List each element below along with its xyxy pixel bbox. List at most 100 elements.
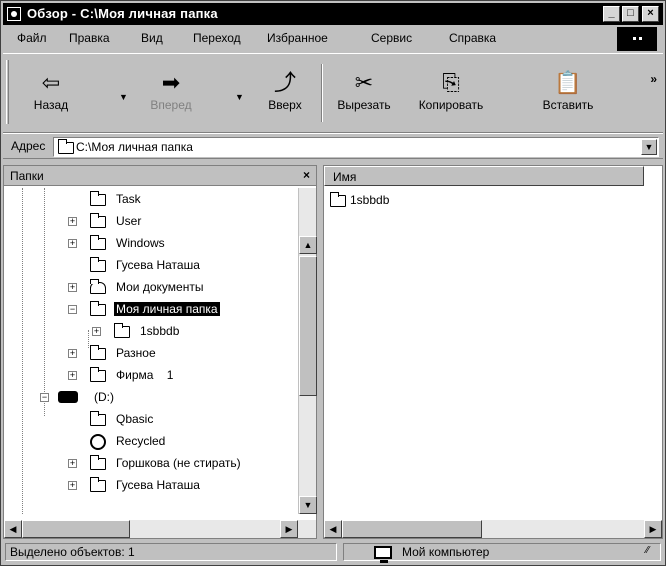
paste-label: Вставить <box>542 98 594 112</box>
folder-icon <box>90 367 106 382</box>
column-header-label: Имя <box>333 170 357 184</box>
column-header-name[interactable]: Имя <box>324 166 644 186</box>
status-bar: Выделено объектов: 1 Мой компьютер ⁄⁄ <box>3 541 663 563</box>
menu-go[interactable]: Переход <box>193 31 241 45</box>
my-documents-icon <box>90 279 106 294</box>
folder-tree: Task + User + Windows Гусева Наташа + Мо… <box>4 188 300 514</box>
paste-button[interactable]: 📋 Вставить <box>533 70 603 126</box>
scroll-down-button[interactable]: ▼ <box>299 496 317 514</box>
expand-plus-icon[interactable]: + <box>68 349 77 358</box>
toolbar-overflow-chevron[interactable]: » <box>650 72 657 86</box>
menu-favorites[interactable]: Избранное <box>267 31 328 45</box>
up-button[interactable]: ⤴ Вверх <box>255 70 315 126</box>
tree-item-label: Qbasic <box>116 412 154 426</box>
cut-label: Вырезать <box>337 98 391 112</box>
menu-edit[interactable]: Правка <box>69 31 110 45</box>
status-location-pane: Мой компьютер ⁄⁄ <box>343 543 661 563</box>
folders-horizontal-scrollbar[interactable]: ◀ ▶ <box>4 520 316 538</box>
address-dropdown-button[interactable]: ▼ <box>641 139 657 155</box>
address-value: C:\Моя личная папка <box>76 140 193 154</box>
folders-pane-header: Папки × <box>4 166 316 186</box>
scroll-up-button[interactable]: ▲ <box>299 236 317 254</box>
expand-plus-icon[interactable]: + <box>68 283 77 292</box>
address-input[interactable]: C:\Моя личная папка ▼ <box>53 137 659 157</box>
folder-icon <box>90 213 106 228</box>
address-label: Адрес <box>11 139 46 153</box>
folder-icon <box>90 411 106 426</box>
title-bar[interactable]: Обзор - C:\Моя личная папка _ □ × <box>3 3 663 25</box>
scissors-icon: ✂ <box>354 70 374 95</box>
up-label: Вверх <box>268 98 302 112</box>
folders-vertical-scrollbar[interactable]: ▲ ▼ <box>298 188 317 514</box>
folder-icon <box>90 455 106 470</box>
tree-item-label: Recycled <box>116 434 166 448</box>
open-folder-icon <box>90 301 106 316</box>
tree-item-label: Фирма 1 <box>116 368 174 382</box>
throbber-animation <box>617 27 657 51</box>
folder-icon <box>90 235 106 250</box>
folders-pane-close-icon[interactable]: × <box>303 168 310 182</box>
recycle-bin-icon <box>90 434 106 450</box>
status-location-text: Мой компьютер <box>402 545 490 559</box>
tree-item-label: (D:) <box>94 390 114 404</box>
tree-item-label: Task <box>116 192 141 206</box>
tree-item-label: Мои документы <box>116 280 204 294</box>
scroll-thumb[interactable] <box>299 256 317 396</box>
scroll-left-button[interactable]: ◀ <box>4 520 22 538</box>
menu-help[interactable]: Справка <box>449 31 496 45</box>
expand-plus-icon[interactable]: + <box>68 459 77 468</box>
maximize-button[interactable]: □ <box>622 6 639 22</box>
files-horizontal-scrollbar[interactable]: ◀ ▶ <box>324 520 662 538</box>
scroll-right-button[interactable]: ▶ <box>280 520 298 538</box>
standard-toolbar: ⇦ Назад ▼ ➡ Вперед ▼ ⤴ Вверх ✂ Вырезать … <box>3 53 663 133</box>
back-dropdown-arrow[interactable]: ▼ <box>119 92 128 102</box>
collapse-minus-icon[interactable]: − <box>40 393 49 402</box>
copy-button[interactable]: ⎘ Копировать <box>409 70 493 126</box>
menu-bar: Файл Правка Вид Переход Избранное Сервис… <box>3 27 663 51</box>
back-arrow-icon: ⇦ <box>41 70 61 95</box>
scroll-right-button[interactable]: ▶ <box>644 520 662 538</box>
menu-file[interactable]: Файл <box>17 31 47 45</box>
expand-plus-icon[interactable]: + <box>68 239 77 248</box>
tree-item-label: 1sbbdb <box>140 324 180 338</box>
copy-label: Копировать <box>418 98 484 112</box>
tree-item-label: User <box>116 214 142 228</box>
cut-button[interactable]: ✂ Вырезать <box>329 70 399 126</box>
tree-item-label: Горшкова (не стирать) <box>116 456 241 470</box>
file-item-label: 1sbbdb <box>350 193 390 207</box>
folder-icon <box>114 323 130 338</box>
minimize-button[interactable]: _ <box>603 6 620 22</box>
forward-arrow-icon: ➡ <box>161 70 181 95</box>
tree-item-label: Разное <box>116 346 156 360</box>
tree-guide-line <box>22 188 23 514</box>
folder-icon <box>330 192 346 207</box>
toolbar-separator <box>321 64 323 122</box>
tree-item-label: Моя личная папка <box>114 302 220 316</box>
explorer-app-icon[interactable] <box>7 7 21 21</box>
scroll-thumb[interactable] <box>342 520 482 538</box>
menu-tools[interactable]: Сервис <box>371 31 412 45</box>
folders-pane-title: Папки <box>10 169 44 183</box>
tree-item-label: Гусева Наташа <box>116 258 200 272</box>
forward-dropdown-arrow[interactable]: ▼ <box>235 92 244 102</box>
scroll-left-button[interactable]: ◀ <box>324 520 342 538</box>
forward-label: Вперед <box>150 98 192 112</box>
folder-icon <box>90 477 106 492</box>
toolbar-grip[interactable] <box>6 60 9 124</box>
expand-plus-icon[interactable]: + <box>68 371 77 380</box>
collapse-minus-icon[interactable]: − <box>68 305 77 314</box>
scroll-thumb[interactable] <box>22 520 130 538</box>
folder-icon <box>90 257 106 272</box>
expand-plus-icon[interactable]: + <box>68 481 77 490</box>
resize-grip-icon[interactable]: ⁄⁄ <box>646 546 658 558</box>
paste-icon: 📋 <box>554 70 582 95</box>
expand-plus-icon[interactable]: + <box>92 327 101 336</box>
back-button[interactable]: ⇦ Назад <box>21 70 81 126</box>
status-selection-text: Выделено объектов: 1 <box>10 545 135 559</box>
menu-view[interactable]: Вид <box>141 31 163 45</box>
copy-icon: ⎘ <box>442 70 460 95</box>
explorer-window: Обзор - C:\Моя личная папка _ □ × Файл П… <box>0 0 666 566</box>
expand-plus-icon[interactable]: + <box>68 217 77 226</box>
close-button[interactable]: × <box>642 6 659 22</box>
forward-button[interactable]: ➡ Вперед <box>131 70 211 126</box>
